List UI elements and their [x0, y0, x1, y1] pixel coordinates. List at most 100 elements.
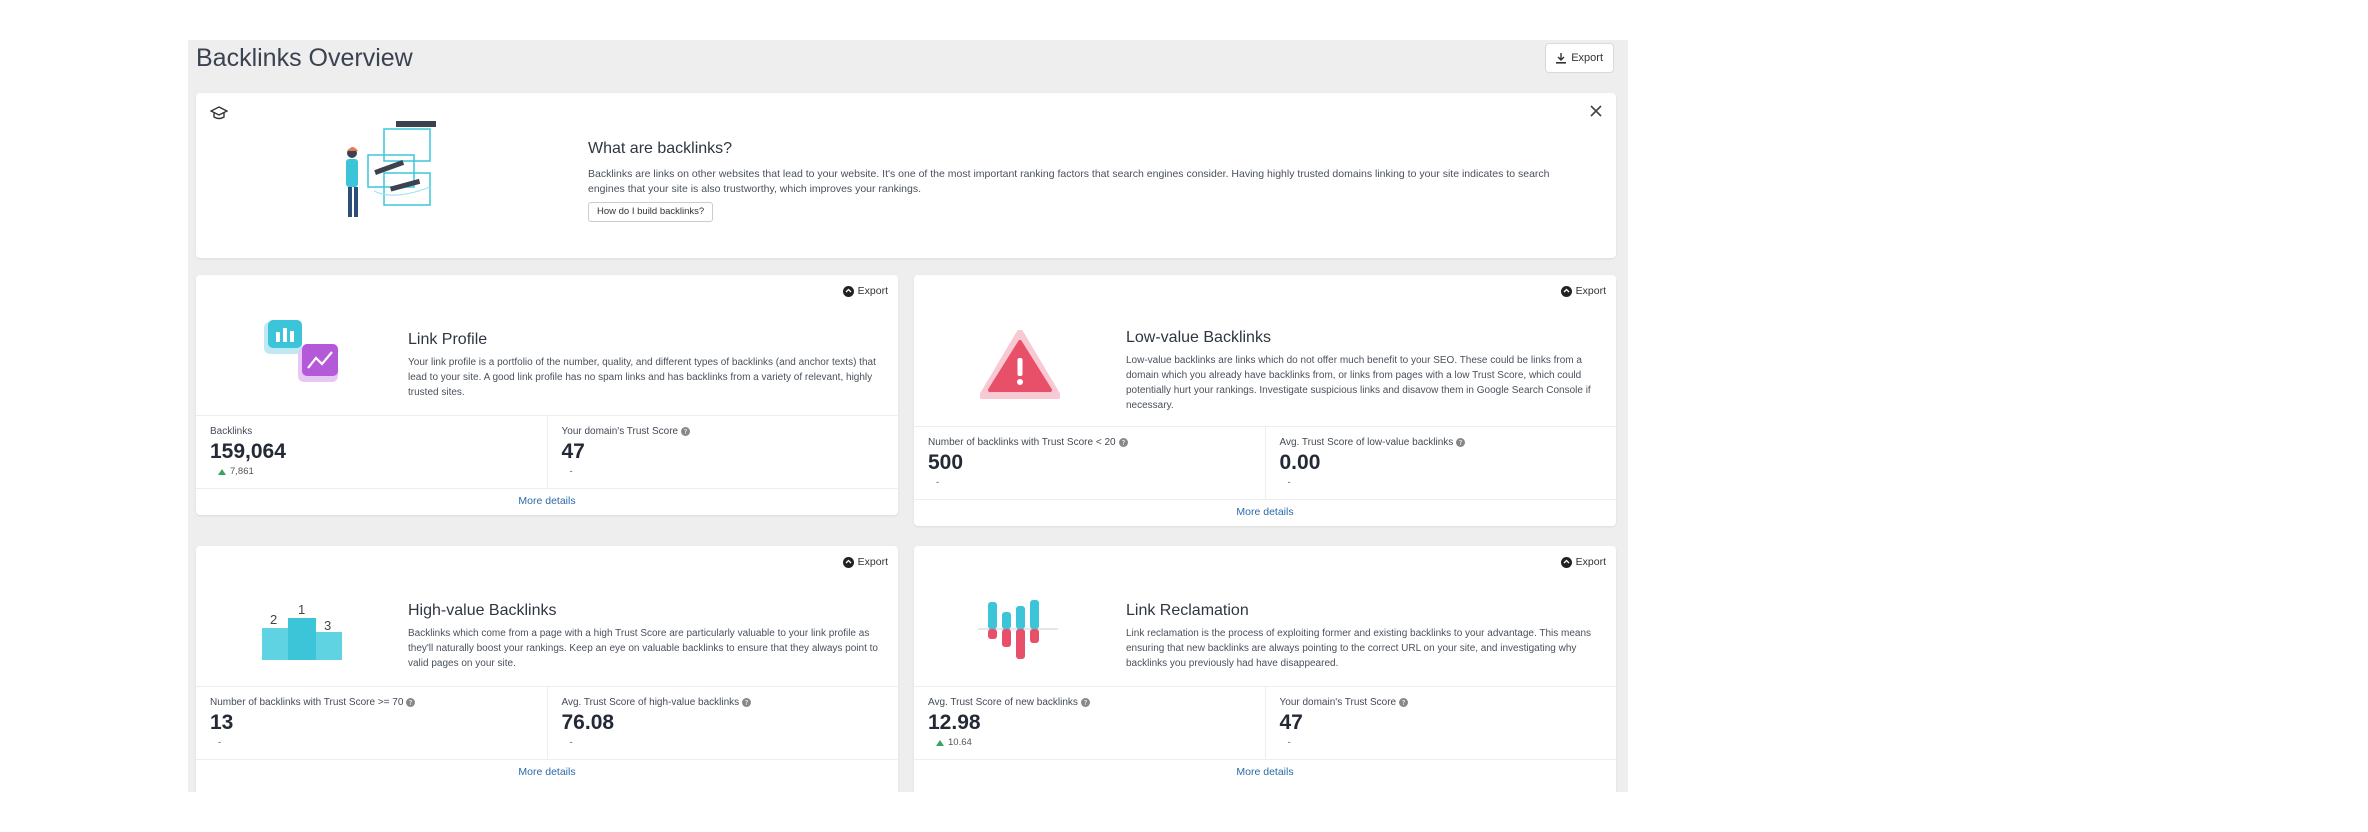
help-icon[interactable]: ? [1080, 698, 1090, 707]
low-value-description: Low-value backlinks are links which do n… [1126, 355, 1591, 411]
metric-delta: - [218, 737, 222, 748]
svg-text:?: ? [1459, 439, 1463, 447]
reclamation-card: Export Link Reclamation Link reclamation… [914, 546, 1616, 792]
export-icon [842, 556, 854, 568]
low-value-more-details-link[interactable]: More details [914, 506, 1616, 518]
metric-delta: - [569, 466, 573, 477]
reclamation-title: Link Reclamation [1126, 602, 1249, 619]
export-label: Export [857, 285, 888, 297]
backlinks-app: Backlinks Overview Export What are backl… [188, 40, 1628, 792]
metric-value: 13 [210, 711, 234, 734]
help-icon[interactable]: ? [1118, 438, 1128, 447]
reclamation-export-button[interactable]: Export [1560, 556, 1606, 568]
intro-description: Backlinks are links on other websites th… [588, 168, 1550, 195]
metric-label: Your domain's Trust Score ? [562, 426, 885, 437]
warning-icon [980, 330, 1060, 399]
export-label: Export [1575, 556, 1606, 568]
new-backlinks-trust-metric: Avg. Trust Score of new backlinks ? 12.9… [914, 687, 1265, 759]
podium-place-2: 2 [270, 612, 278, 627]
arrow-up-icon [936, 739, 944, 746]
metric-delta: 7,861 [210, 466, 533, 477]
high-value-description: Backlinks which come from a page with a … [408, 628, 878, 669]
metric-label: Avg. Trust Score of high-value backlinks… [562, 697, 885, 708]
link-profile-description: Your link profile is a portfolio of the … [408, 357, 876, 398]
link-profile-export-button[interactable]: Export [842, 285, 888, 297]
podium-center [288, 618, 316, 660]
metric-delta: - [1287, 477, 1291, 488]
trust-score-metric: Your domain's Trust Score ? 47 - [546, 416, 899, 488]
low-value-export-button[interactable]: Export [1560, 285, 1606, 297]
help-icon[interactable]: ? [1456, 438, 1466, 447]
link-profile-icon [264, 320, 338, 382]
podium-right [316, 632, 342, 660]
metric-delta: - [936, 477, 940, 488]
metric-delta: 10.64 [928, 737, 1251, 748]
export-label: Export [1575, 285, 1606, 297]
help-icon[interactable]: ? [742, 698, 752, 707]
high-value-more-details-link[interactable]: More details [196, 766, 898, 778]
metric-value: 76.08 [561, 711, 615, 734]
backlinks-metric: Backlinks 159,064 7,861 [196, 416, 547, 488]
help-icon[interactable]: ? [1399, 698, 1409, 707]
metric-value: 47 [1279, 711, 1303, 734]
metric-value: 0.00 [1279, 451, 1321, 474]
link-profile-metrics: Backlinks 159,064 7,861 Your domain's Tr… [196, 415, 898, 489]
high-value-export-button[interactable]: Export [842, 556, 888, 568]
close-icon[interactable] [1588, 103, 1604, 119]
metric-label: Backlinks [210, 426, 253, 437]
podium-place-3: 3 [324, 618, 332, 633]
podium-left [262, 628, 288, 660]
svg-text:?: ? [409, 699, 413, 707]
metric-label: Avg. Trust Score of low-value backlinks … [1280, 437, 1603, 448]
graduation-cap-icon [210, 106, 228, 120]
low-value-metrics: Number of backlinks with Trust Score < 2… [914, 426, 1616, 500]
reclamation-more-details-link[interactable]: More details [914, 766, 1616, 778]
build-backlinks-button[interactable]: How do I build backlinks? [588, 202, 714, 222]
podium-place-1: 1 [298, 602, 306, 617]
low-value-card: Export Low-value Backlinks Low-value bac… [914, 275, 1616, 526]
help-icon[interactable]: ? [406, 698, 416, 707]
low-value-avg-metric: Avg. Trust Score of low-value backlinks … [1264, 427, 1617, 499]
link-profile-more-details-link[interactable]: More details [196, 495, 898, 507]
domain-trust-metric: Your domain's Trust Score ? 47 - [1264, 687, 1617, 759]
low-value-title: Low-value Backlinks [1126, 329, 1271, 346]
link-profile-card: Export Link Profile Your link profile is… [196, 275, 898, 515]
metric-label: Number of backlinks with Trust Score < 2… [928, 437, 1251, 448]
svg-text:?: ? [684, 428, 688, 436]
high-value-avg-metric: Avg. Trust Score of high-value backlinks… [546, 687, 899, 759]
svg-text:?: ? [1402, 699, 1406, 707]
metric-label: Number of backlinks with Trust Score >= … [210, 697, 533, 708]
export-icon [842, 285, 854, 297]
backlinks-illustration [346, 121, 436, 217]
export-label: Export [857, 556, 888, 568]
reclamation-description: Link reclamation is the process of explo… [1126, 628, 1592, 669]
link-profile-title: Link Profile [408, 331, 488, 348]
svg-text:?: ? [1121, 439, 1125, 447]
reclamation-chart-icon [978, 600, 1058, 659]
intro-card: What are backlinks? Backlinks are links … [196, 93, 1616, 258]
high-value-title: High-value Backlinks [408, 602, 557, 619]
high-value-metrics: Number of backlinks with Trust Score >= … [196, 686, 898, 760]
page-title: Backlinks Overview [196, 44, 413, 72]
high-value-card: Export 2 1 3 High-value Backlinks Backli… [196, 546, 898, 792]
metric-delta: - [1287, 737, 1291, 748]
export-button[interactable]: Export [1545, 43, 1614, 73]
metric-delta: - [569, 737, 573, 748]
download-icon [1556, 52, 1567, 64]
export-label: Export [1571, 52, 1603, 64]
help-icon[interactable]: ? [681, 427, 691, 436]
svg-text:?: ? [745, 699, 749, 707]
metric-value: 500 [928, 451, 964, 474]
metric-value: 12.98 [928, 711, 981, 734]
svg-text:?: ? [1084, 699, 1088, 707]
low-value-count-metric: Number of backlinks with Trust Score < 2… [914, 427, 1265, 499]
export-icon [1560, 285, 1572, 297]
podium-icon: 2 1 3 [262, 600, 342, 660]
intro-title: What are backlinks? [588, 140, 733, 157]
metric-value: 159,064 [210, 440, 286, 463]
metric-value: 47 [561, 440, 585, 463]
high-value-count-metric: Number of backlinks with Trust Score >= … [196, 687, 547, 759]
reclamation-metrics: Avg. Trust Score of new backlinks ? 12.9… [914, 686, 1616, 760]
export-icon [1560, 556, 1572, 568]
metric-label: Avg. Trust Score of new backlinks ? [928, 697, 1251, 708]
